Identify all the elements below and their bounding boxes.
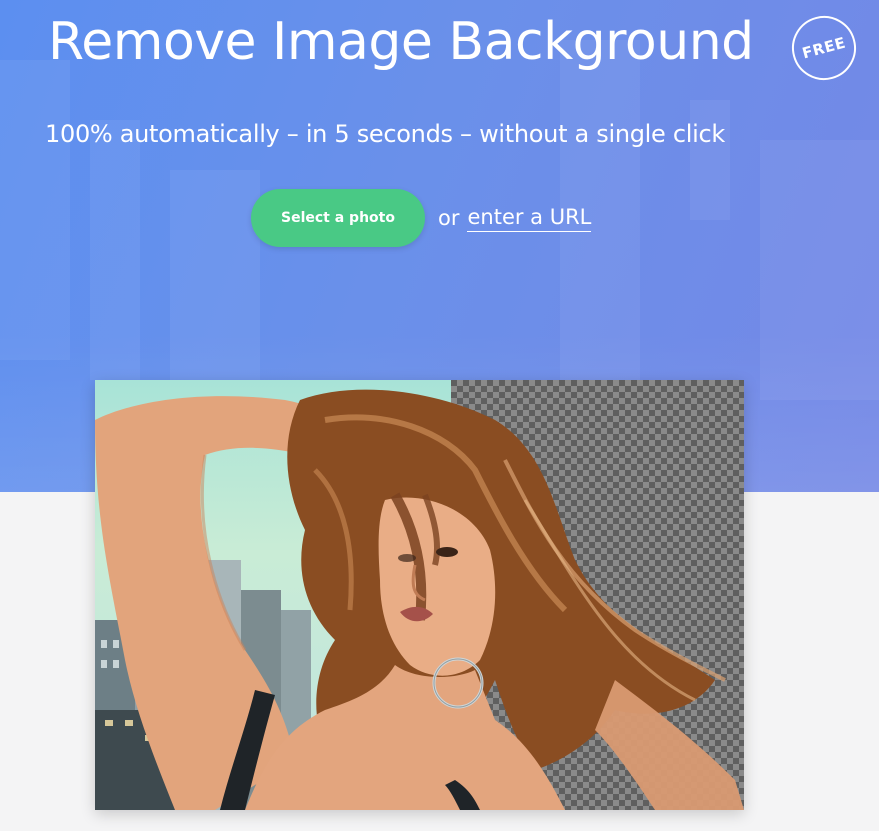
background-traffic-light	[690, 100, 730, 220]
page-title: Remove Image Background	[48, 12, 754, 72]
or-label: or	[438, 206, 460, 230]
enter-url-link[interactable]: enter a URL	[467, 205, 592, 232]
demo-image	[95, 380, 744, 810]
free-badge-label: FREE	[800, 33, 848, 63]
person-photo-illustration	[95, 389, 744, 810]
select-photo-button[interactable]: Select a photo	[251, 189, 425, 247]
page-subtitle: 100% automatically – in 5 seconds – with…	[45, 120, 725, 148]
background-building	[0, 60, 70, 360]
upload-actions: Select a photo or enter a URL	[251, 189, 592, 247]
free-badge: FREE	[784, 8, 864, 88]
